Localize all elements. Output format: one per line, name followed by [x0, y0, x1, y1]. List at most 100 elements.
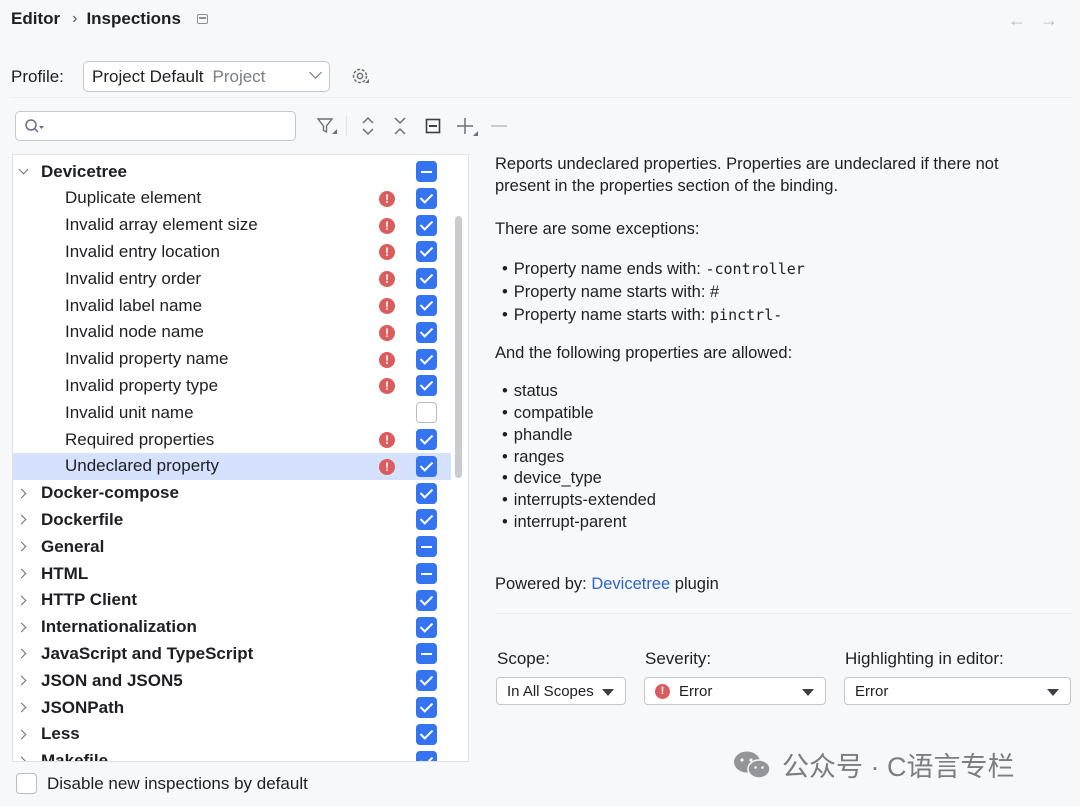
tree-item[interactable]: Undeclared property! — [13, 452, 451, 480]
filter-icon[interactable] — [316, 115, 338, 137]
item-checkbox[interactable] — [416, 402, 437, 424]
group-checkbox[interactable] — [416, 161, 437, 182]
tree-item-label: Invalid entry order — [65, 268, 202, 288]
tree-group-label: Docker-compose — [41, 483, 179, 503]
tree-item[interactable]: Invalid node name! — [13, 319, 451, 346]
group-checkbox[interactable] — [416, 509, 437, 531]
item-checkbox[interactable] — [416, 295, 437, 316]
group-checkbox[interactable] — [416, 536, 437, 558]
chevron-right-icon[interactable] — [16, 702, 27, 713]
tree-group[interactable]: HTML — [13, 560, 451, 587]
tree-item[interactable]: Duplicate element! — [13, 185, 451, 212]
group-checkbox[interactable] — [416, 616, 437, 638]
search-input[interactable] — [15, 111, 296, 141]
chevron-right-icon[interactable] — [16, 729, 27, 740]
scope-label: Scope: — [497, 649, 550, 668]
chevron-right-icon[interactable] — [16, 514, 27, 525]
scrollbar[interactable] — [455, 216, 462, 478]
history-nav: ← → — [1008, 10, 1058, 31]
item-checkbox[interactable] — [416, 375, 437, 397]
item-checkbox[interactable] — [416, 321, 437, 343]
disable-new-inspections-checkbox[interactable] — [16, 773, 37, 794]
allowed-item: status — [502, 380, 558, 402]
tree-item[interactable]: Invalid property type! — [13, 372, 451, 399]
tree-group[interactable]: HTTP Client — [13, 587, 451, 614]
severity-dropdown[interactable]: ! Error — [644, 677, 826, 705]
tree-group[interactable]: JavaScript and TypeScript — [13, 640, 451, 667]
tree-group[interactable]: JSON and JSON5 — [13, 667, 451, 694]
error-severity-icon: ! — [379, 244, 395, 261]
tree-group[interactable]: Internationalization — [13, 614, 451, 641]
arrow-right-icon[interactable]: → — [1040, 10, 1058, 31]
chevron-right-icon[interactable] — [16, 488, 27, 499]
tree-group-label: JavaScript and TypeScript — [41, 643, 254, 663]
error-severity-icon: ! — [379, 217, 395, 234]
tree-group[interactable]: Makefile — [13, 748, 451, 761]
divider — [495, 613, 1072, 614]
description-line: There are some exceptions: — [495, 220, 700, 238]
arrow-left-icon[interactable]: ← — [1008, 10, 1026, 31]
chevron-right-icon[interactable] — [16, 675, 27, 686]
chevron-right-icon[interactable] — [16, 756, 27, 761]
chevron-right-icon[interactable] — [16, 568, 27, 579]
chevron-down-icon[interactable] — [18, 164, 29, 175]
item-checkbox[interactable] — [416, 348, 437, 370]
tree-item[interactable]: Invalid array element size! — [13, 212, 451, 239]
tree-group-label: General — [41, 536, 105, 556]
item-checkbox[interactable] — [416, 187, 437, 209]
profile-select[interactable]: Project Default Project — [83, 61, 330, 92]
tree-item-label: Required properties — [65, 429, 215, 449]
group-checkbox[interactable] — [416, 670, 437, 692]
tree-group[interactable]: JSONPath — [13, 694, 451, 721]
group-checkbox[interactable] — [416, 723, 437, 745]
tree-item[interactable]: Invalid property name! — [13, 346, 451, 373]
collapse-all-icon[interactable] — [391, 115, 409, 137]
group-checkbox[interactable] — [416, 750, 437, 761]
error-severity-icon: ! — [379, 432, 395, 448]
chevron-right-icon[interactable] — [16, 648, 27, 659]
chevron-down-icon — [309, 66, 322, 79]
error-severity-icon: ! — [379, 378, 395, 395]
group-checkbox[interactable] — [416, 563, 437, 584]
tree-item[interactable]: Invalid label name! — [13, 292, 451, 319]
remove-icon[interactable] — [489, 115, 509, 137]
error-severity-icon: ! — [379, 458, 395, 475]
tree-item[interactable]: Required properties! — [13, 426, 451, 453]
gear-icon[interactable] — [350, 66, 370, 86]
group-checkbox[interactable] — [416, 697, 437, 718]
item-checkbox[interactable] — [416, 214, 437, 236]
add-icon[interactable] — [455, 115, 479, 137]
divider — [11, 97, 1071, 98]
profile-label: Profile: — [11, 67, 64, 86]
group-checkbox[interactable] — [416, 589, 437, 611]
highlighting-dropdown[interactable]: Error — [844, 677, 1071, 705]
scope-dropdown[interactable]: In All Scopes — [496, 677, 626, 705]
tree-group-devicetree[interactable]: Devicetree — [13, 158, 451, 185]
tree-item[interactable]: Invalid entry order! — [13, 265, 451, 292]
disable-new-inspections-label[interactable]: Disable new inspections by default — [47, 774, 308, 794]
item-checkbox[interactable] — [416, 429, 437, 450]
chevron-right-icon[interactable] — [16, 541, 27, 552]
tree-group-label: Less — [41, 724, 80, 744]
plugin-link[interactable]: Devicetree — [591, 575, 670, 593]
chevron-right-icon[interactable] — [16, 622, 27, 633]
chevron-right-icon[interactable] — [16, 595, 27, 606]
window-icon[interactable] — [196, 14, 208, 24]
tree-group[interactable]: Less — [13, 721, 451, 748]
tree-group[interactable]: Dockerfile — [13, 506, 451, 533]
tree-item[interactable]: Invalid unit name — [13, 399, 451, 426]
item-checkbox[interactable] — [416, 241, 437, 263]
group-checkbox[interactable] — [416, 482, 437, 504]
breadcrumb: Editor › Inspections — [11, 8, 208, 30]
error-severity-icon: ! — [379, 190, 395, 207]
reset-icon[interactable] — [424, 115, 442, 137]
item-checkbox[interactable] — [416, 268, 437, 290]
description-line: And the following properties are allowed… — [495, 344, 793, 362]
item-checkbox[interactable] — [416, 455, 437, 477]
tree-group[interactable]: Docker-compose — [13, 480, 451, 507]
breadcrumb-root[interactable]: Editor — [11, 9, 60, 29]
tree-group[interactable]: General — [13, 533, 451, 560]
group-checkbox[interactable] — [416, 643, 437, 665]
expand-all-icon[interactable] — [359, 115, 377, 137]
tree-item[interactable]: Invalid entry location! — [13, 238, 451, 265]
